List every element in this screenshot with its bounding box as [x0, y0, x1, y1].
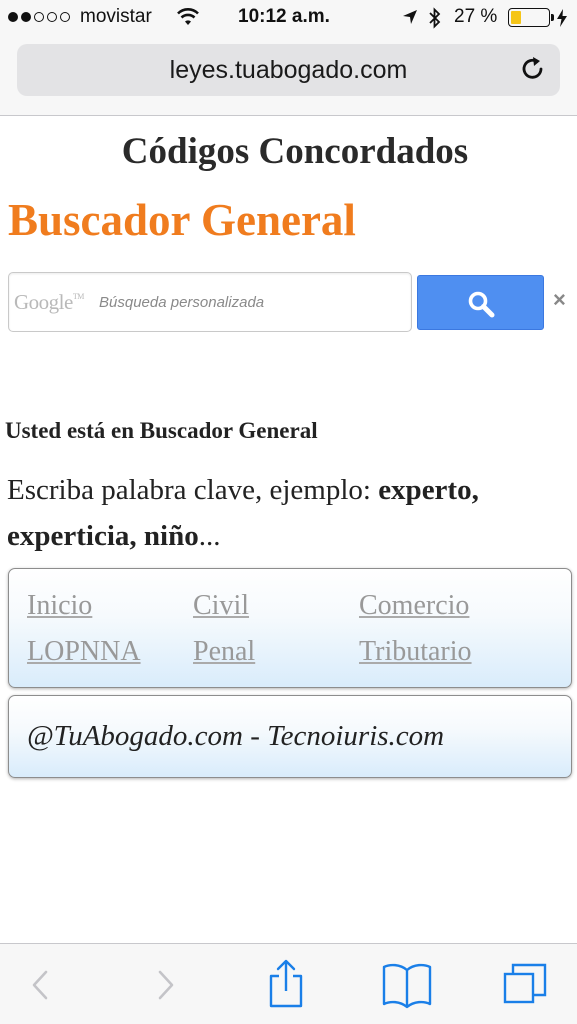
- nav-link-tributario[interactable]: Tributario: [359, 636, 472, 668]
- nav-links-box: Inicio Civil Comercio LOPNNA Penal Tribu…: [8, 568, 572, 688]
- nav-link-penal[interactable]: Penal: [193, 636, 255, 668]
- clock: 10:12 a.m.: [238, 6, 330, 27]
- wifi-icon: [177, 8, 199, 25]
- footer-box: @TuAbogado.com - Tecnoiuris.com: [8, 695, 572, 778]
- footer-text: @TuAbogado.com - Tecnoiuris.com: [27, 720, 445, 752]
- instructions-text: Escriba palabra clave, ejemplo: experto,…: [7, 474, 479, 552]
- nav-link-lopnna[interactable]: LOPNNA: [27, 636, 141, 668]
- bluetooth-icon: [429, 7, 441, 29]
- magnifier-icon: [468, 291, 495, 318]
- search-button[interactable]: [417, 275, 544, 330]
- browser-address-area: leyes.tuabogado.com: [0, 36, 577, 116]
- battery-icon: [508, 8, 554, 27]
- nav-link-civil[interactable]: Civil: [193, 590, 249, 622]
- google-logo: GoogleTM: [14, 290, 84, 314]
- clear-search-icon[interactable]: ×: [553, 287, 566, 313]
- battery-percentage: 27 %: [454, 6, 498, 27]
- chevron-right-icon[interactable]: [150, 944, 180, 1024]
- share-icon[interactable]: [266, 944, 306, 1024]
- page-heading: Códigos Concordados: [121, 131, 469, 172]
- url-field[interactable]: leyes.tuabogado.com: [17, 44, 560, 96]
- status-bar: movistar 10:12 a.m. 27 %: [0, 0, 577, 36]
- charging-bolt-icon: [557, 9, 567, 27]
- search-input[interactable]: GoogleTM Búsqueda personalizada: [8, 272, 412, 332]
- location-text: Usted está en Buscador General: [5, 418, 318, 443]
- tabs-icon[interactable]: [502, 944, 550, 1024]
- nav-link-inicio[interactable]: Inicio: [27, 590, 92, 622]
- carrier-name: movistar: [80, 6, 152, 27]
- search-placeholder: Búsqueda personalizada: [99, 294, 265, 311]
- chevron-left-icon[interactable]: [26, 944, 56, 1024]
- location-arrow-icon: [403, 10, 417, 24]
- search-title: Buscador General: [8, 195, 356, 245]
- nav-link-comercio[interactable]: Comercio: [359, 590, 469, 622]
- signal-strength-icon: [8, 12, 70, 22]
- book-icon[interactable]: [380, 944, 434, 1024]
- browser-toolbar: [0, 943, 577, 1024]
- reload-icon[interactable]: [520, 55, 546, 83]
